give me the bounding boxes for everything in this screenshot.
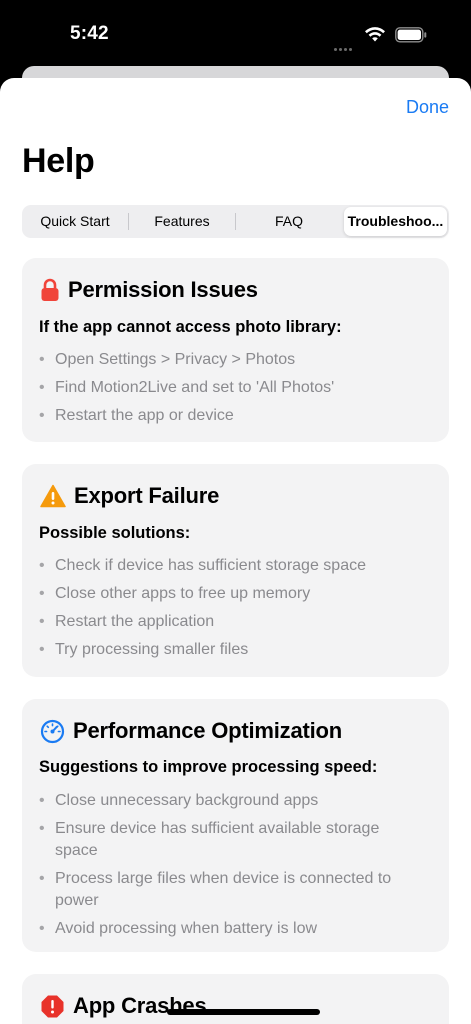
list-item: • Restart the app or device: [39, 407, 234, 424]
more-dots-icon: [334, 38, 356, 51]
list-item: • Check if device has sufficient storage …: [39, 557, 366, 574]
status-time: 5:42: [70, 23, 109, 44]
list-item: • Restart the application: [39, 613, 215, 630]
card-title: App Crashes: [73, 993, 207, 1018]
list-item: • Process large files when device is conn…: [39, 870, 392, 909]
card-subtitle: Suggestions to improve processing speed:: [39, 758, 378, 776]
wifi-icon: [365, 27, 385, 42]
card-title: Performance Optimization: [73, 718, 343, 743]
home-indicator: [167, 1009, 320, 1015]
card-title: Export Failure: [74, 483, 220, 508]
list-item: • Close unnecessary background apps: [39, 792, 319, 809]
card-performance-optimization: Performance Optimization Suggestions to …: [22, 699, 449, 952]
tab-quick-start[interactable]: Quick Start: [22, 205, 128, 238]
tab-faq[interactable]: FAQ: [236, 205, 342, 238]
card-title: Permission Issues: [68, 277, 258, 302]
list-item: • Try processing smaller files: [39, 641, 249, 658]
list-item: • Close other apps to free up memory: [39, 585, 311, 602]
bullet-list: • Check if device has sufficient storage …: [39, 555, 409, 667]
tab-troubleshooting[interactable]: Troubleshoo...: [344, 207, 447, 236]
list-item: • Ensure device has sufficient available …: [39, 820, 380, 859]
page-title: Help: [22, 142, 95, 180]
card-subtitle: Possible solutions:: [39, 524, 191, 542]
card-subtitle: If the app cannot access photo library:: [39, 318, 342, 336]
stop-sign-icon: [41, 995, 64, 1017]
bullet-list: • Close unnecessary background apps • Ensu…: [39, 790, 409, 946]
card-export-failure: Export Failure Possible solutions: • Chec…: [22, 464, 449, 677]
help-sheet: Done Help Quick Start Features FAQ Troub…: [0, 78, 471, 1024]
lock-icon: [41, 278, 59, 301]
tab-features[interactable]: Features: [129, 205, 235, 238]
card-permission-issues: Permission Issues If the app cannot acce…: [22, 258, 449, 442]
list-item: • Avoid processing when battery is low: [39, 920, 318, 937]
speedometer-icon: [40, 719, 65, 743]
segmented-control: Quick Start Features FAQ Troubleshoo...: [22, 205, 449, 238]
done-button[interactable]: Done: [406, 97, 449, 118]
list-item: • Open Settings > Privacy > Photos: [39, 351, 296, 368]
bullet-list: • Open Settings > Privacy > Photos • Find …: [39, 349, 409, 433]
battery-icon: [395, 27, 427, 43]
card-app-crashes: App Crashes: [22, 974, 449, 1024]
status-bar: 5:42: [0, 0, 471, 70]
list-item: • Find Motion2Live and set to 'All Photos…: [39, 379, 335, 396]
warning-icon: [40, 484, 66, 508]
